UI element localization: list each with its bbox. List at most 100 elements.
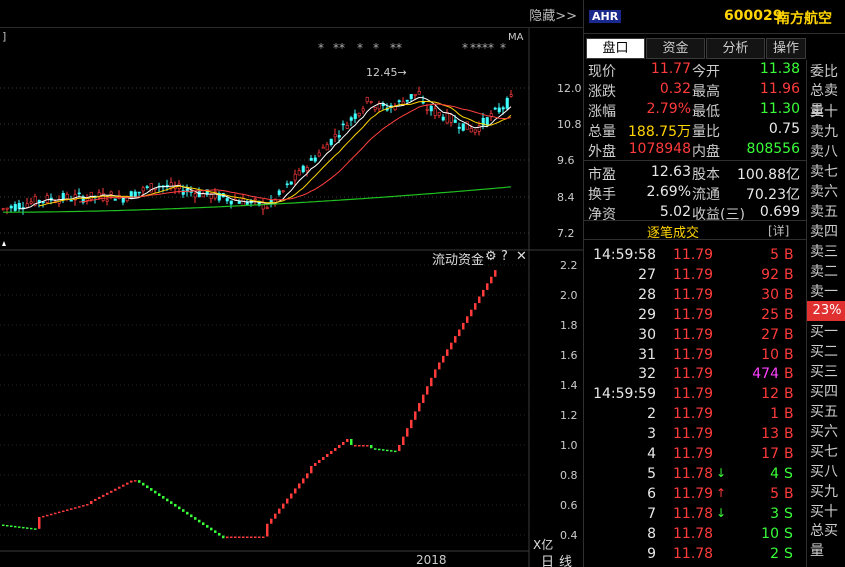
candle-body: [361, 108, 365, 112]
down-arrow-icon: ↓: [716, 505, 727, 520]
candle-body: [333, 134, 337, 138]
tick-time: 29: [638, 306, 656, 323]
candle-body: [297, 170, 301, 176]
tick-side: B: [784, 306, 794, 323]
stock-name: 南方航空: [776, 11, 832, 27]
candle-body: [469, 127, 473, 133]
flow-step: [70, 508, 73, 510]
flow-step: [322, 457, 325, 460]
flow-step: [222, 535, 225, 539]
flow-step: [310, 466, 313, 474]
candle-body: [141, 187, 145, 192]
flow-step: [154, 490, 157, 494]
price-axis-label: 8.4: [557, 191, 575, 204]
close-icon[interactable]: ✕: [516, 249, 527, 264]
star-marker: *: [373, 41, 379, 55]
candle-body: [321, 146, 325, 149]
candle-body: [313, 157, 317, 162]
candle-body: [17, 202, 21, 209]
period-day-button[interactable]: 日: [541, 551, 554, 567]
candle-body: [261, 202, 265, 210]
tick-price: 11.79: [673, 446, 714, 462]
price-axis-label: 9.6: [557, 154, 575, 167]
quote-row: 外盘 1078948 内盘 808556: [584, 140, 806, 160]
tick-price: 11.79: [673, 266, 714, 283]
flow-step: [266, 523, 269, 537]
tab-caozuo[interactable]: 操作: [766, 38, 806, 59]
flow-axis-label: 1.4: [560, 379, 578, 392]
candle-body: [369, 101, 373, 103]
candle-body: [325, 144, 329, 151]
tick-side: S: [784, 465, 793, 482]
candle-body: [373, 107, 377, 110]
quote-value: 0.75: [768, 121, 800, 137]
candle-body: [345, 125, 349, 129]
flow-step: [66, 509, 69, 511]
orderbook-column: 委比 总卖量 卖十 卖九 卖八 卖七 卖六 卖五 卖四 卖三 卖二 卖一 23% 买一 买二 买三 买四 买五 买六…: [806, 60, 845, 567]
candle-body: [441, 116, 445, 121]
flow-step: [78, 506, 81, 508]
flow-step: [86, 504, 89, 506]
flow-step: [22, 526, 25, 529]
help-icon[interactable]: ?: [501, 249, 508, 264]
quote-row: 现价 11.77 今开 11.38: [584, 60, 806, 80]
candle-body: [493, 107, 497, 110]
buy-level-label: 买二: [810, 344, 838, 360]
candle-body: [109, 191, 113, 195]
period-line-button[interactable]: 线: [559, 551, 572, 567]
tick-side: B: [784, 247, 794, 263]
flow-axis-label: 2.0: [560, 289, 578, 302]
sell-level-label: 卖九: [810, 124, 838, 140]
flow-step: [274, 513, 277, 519]
flow-step: [258, 536, 261, 538]
ma10-line: [38, 101, 512, 207]
flow-step: [398, 445, 401, 452]
candle-body: [425, 109, 429, 111]
chart-canvas[interactable]: 12.0 10.8 9.6 8.4 7.2 2.2 2.0 1.8 1.6 1.4 1.2 1.0 0.…: [0, 0, 583, 567]
candle-body: [237, 201, 241, 204]
flow-step: [218, 532, 221, 536]
flow-step: [434, 369, 437, 378]
star-marker: **: [333, 41, 345, 55]
flow-step: [10, 525, 13, 527]
tick-row: 6 11.79 ↑ 5 B: [584, 486, 806, 506]
tab-zijin[interactable]: 资金: [646, 38, 705, 59]
quote-value: 0.699: [759, 204, 800, 220]
hide-button[interactable]: 隐藏>>: [529, 5, 577, 24]
flow-step: [142, 482, 145, 486]
ahr-badge[interactable]: AHR: [589, 10, 622, 23]
tick-row: 9 11.78 2 S: [584, 546, 806, 566]
panel-tabs: 盘口 资金 分析 操作: [584, 38, 806, 59]
tick-time: 31: [638, 346, 656, 363]
quote-value: 0.32: [659, 81, 691, 97]
flow-step: [226, 536, 229, 539]
flow-step: [250, 536, 253, 538]
candle-body: [229, 200, 233, 205]
quote-value: 11.77: [650, 61, 691, 77]
tab-pankou[interactable]: 盘口: [586, 38, 645, 59]
tick-volume: 2: [770, 545, 779, 562]
flow-step: [430, 377, 433, 387]
quote-label: 总量: [588, 124, 616, 140]
ticks-detail-button[interactable]: [详]: [768, 222, 789, 239]
tab-fenxi[interactable]: 分析: [706, 38, 765, 59]
weibi-percent-badge: 23%: [807, 301, 845, 321]
flow-step: [238, 536, 241, 538]
flow-step: [194, 517, 197, 520]
tick-volume: 17: [761, 446, 779, 462]
quote-value: 100.88亿: [737, 167, 800, 183]
flow-step: [278, 508, 281, 514]
tick-price: 11.79: [673, 426, 714, 443]
flow-step: [90, 500, 93, 505]
flow-step: [50, 513, 53, 516]
tick-volume: 12: [761, 386, 779, 403]
tick-price: 11.79: [673, 366, 714, 383]
candle-body: [417, 90, 421, 95]
star-marker: *: [318, 41, 324, 55]
tick-volume: 27: [761, 326, 779, 343]
quote-label: 换手: [588, 187, 616, 203]
gear-icon[interactable]: ⚙: [485, 249, 497, 264]
chart-area[interactable]: 12.0 10.8 9.6 8.4 7.2 2.2 2.0 1.8 1.6 1.4 1.2 1.0 0.…: [0, 0, 583, 567]
tick-volume: 1: [770, 406, 779, 423]
flow-step: [42, 515, 45, 518]
